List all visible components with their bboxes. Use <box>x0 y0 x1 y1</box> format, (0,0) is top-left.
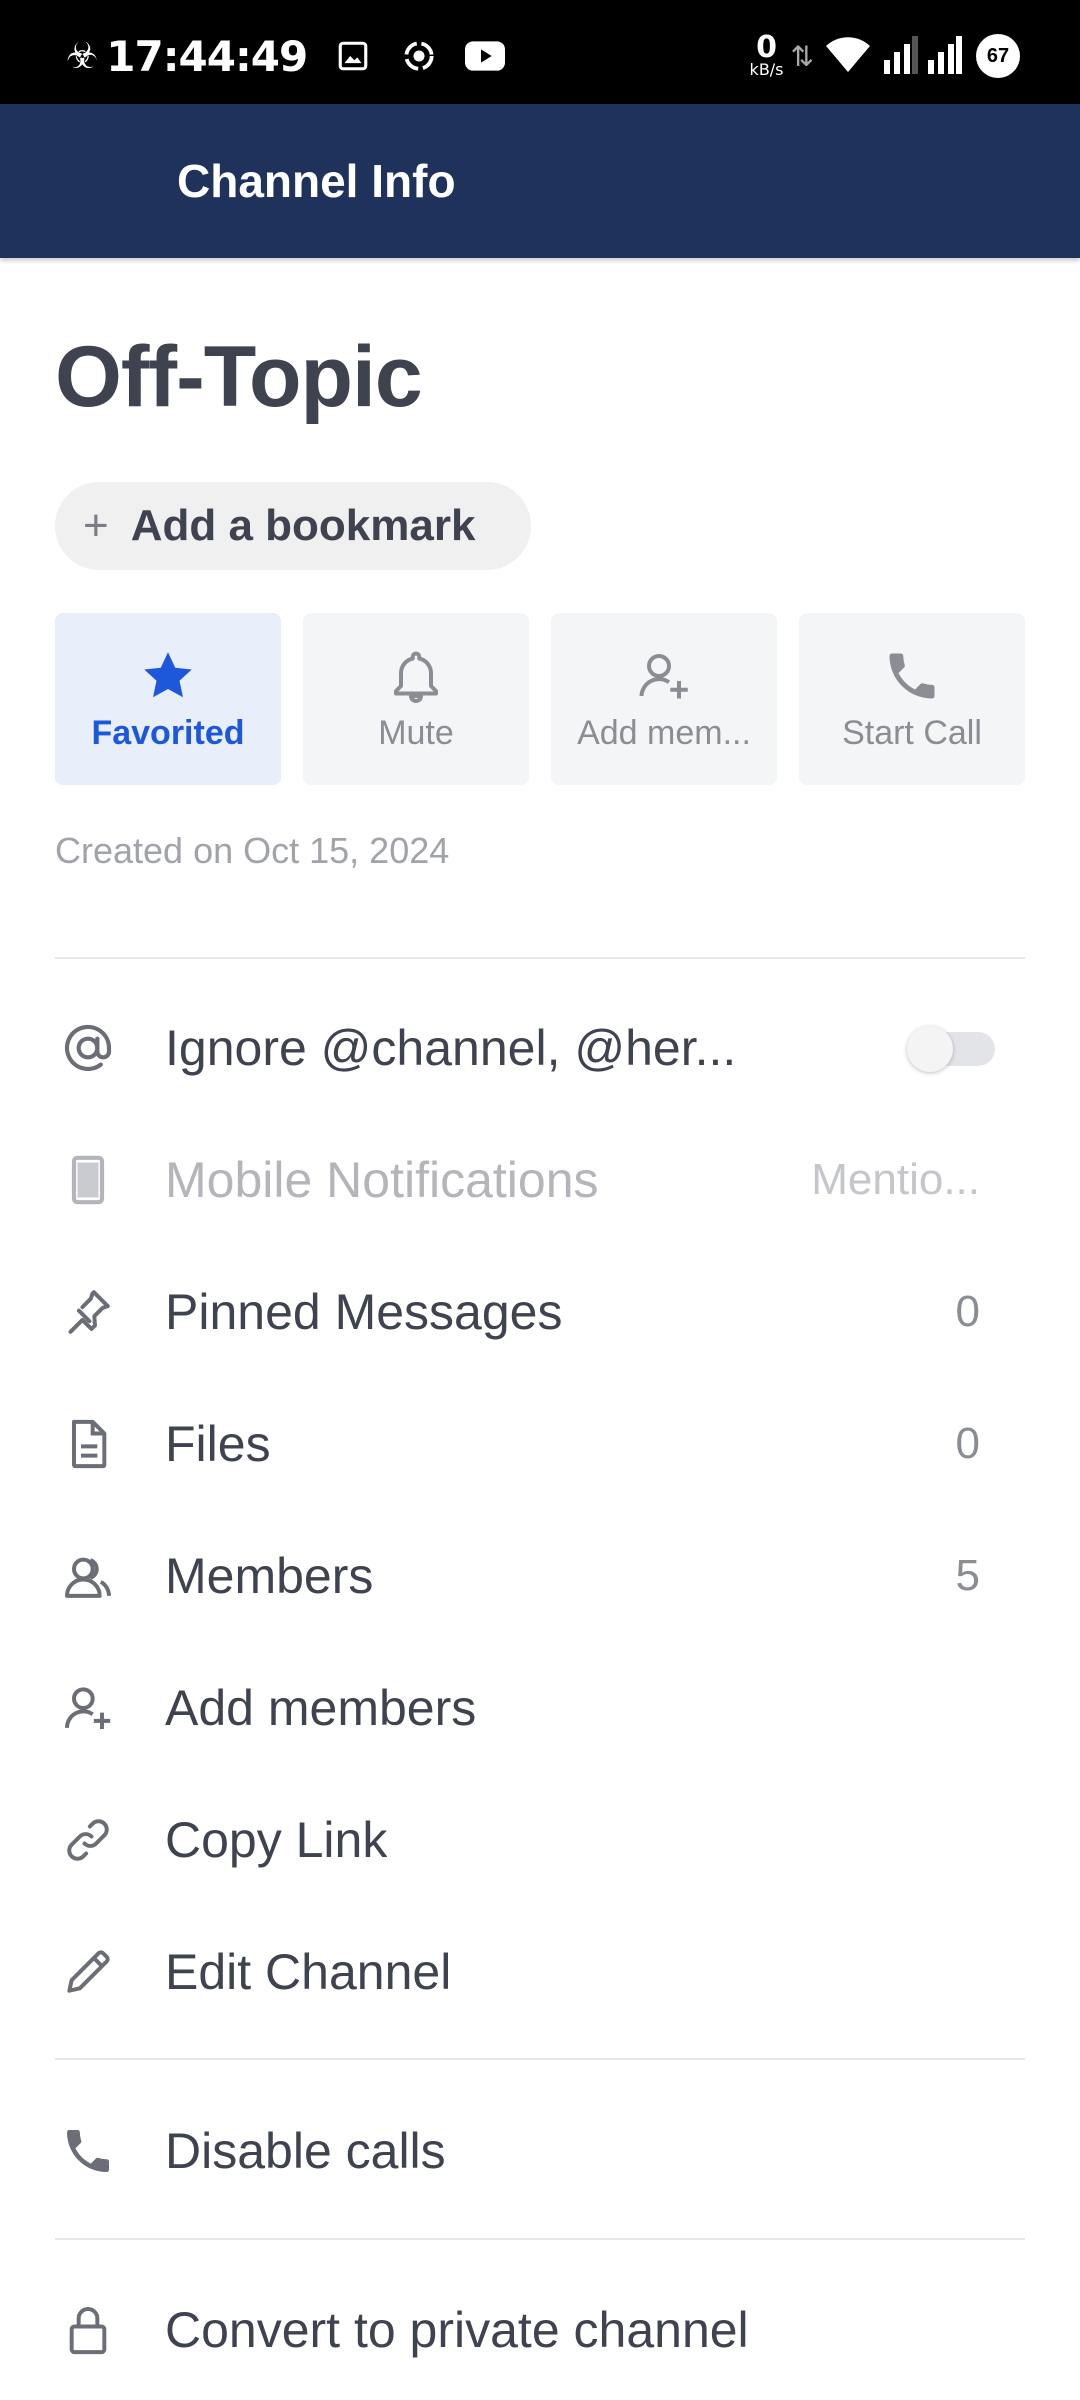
network-speed: 0 kB/s <box>749 30 784 79</box>
battery-indicator: 67 <box>976 34 1020 78</box>
mute-button[interactable]: Mute <box>303 613 529 785</box>
files-row[interactable]: Files 0 <box>55 1378 1025 1510</box>
add-bookmark-label: Add a bookmark <box>130 501 476 550</box>
wifi-icon <box>824 34 872 79</box>
pinned-messages-row[interactable]: Pinned Messages 0 <box>55 1246 1025 1378</box>
favorite-button[interactable]: Favorited <box>55 613 281 785</box>
channel-name: Off-Topic <box>55 329 423 425</box>
files-label: Files <box>165 1416 271 1472</box>
disable-calls-label: Disable calls <box>165 2123 446 2179</box>
edit-channel-label: Edit Channel <box>165 1944 452 2000</box>
divider <box>55 2058 1025 2060</box>
header-title: Channel Info <box>177 155 456 207</box>
plus-icon: + <box>83 501 109 550</box>
phone-icon <box>55 2118 121 2184</box>
lock-icon <box>55 2297 121 2363</box>
mobile-notifications-row[interactable]: Mobile Notifications Mentio... <box>55 1114 1025 1246</box>
toggle-knob <box>907 1026 953 1072</box>
signal-icon-1 <box>882 34 918 79</box>
favorite-label: Favorited <box>91 713 245 752</box>
pencil-icon <box>55 1939 121 2005</box>
ignore-mentions-toggle[interactable] <box>907 1026 995 1072</box>
image-icon <box>333 36 373 76</box>
add-members-label: Add members <box>165 1680 477 1736</box>
quick-actions: Favorited Mute Add mem... Start Call <box>55 613 1025 785</box>
ignore-mentions-label: Ignore @channel, @her... <box>165 1020 737 1076</box>
add-member-label: Add mem... <box>577 713 751 752</box>
link-icon <box>55 1807 121 1873</box>
edit-channel-row[interactable]: Edit Channel <box>55 1906 1025 2038</box>
star-icon <box>144 651 192 697</box>
convert-private-label: Convert to private channel <box>165 2302 749 2358</box>
mobile-phone-icon <box>55 1147 121 1213</box>
start-call-button[interactable]: Start Call <box>799 613 1025 785</box>
members-row[interactable]: Members 5 <box>55 1510 1025 1642</box>
created-date: Created on Oct 15, 2024 <box>55 830 450 871</box>
members-icon <box>55 1543 121 1609</box>
signal-icon-2 <box>926 34 962 79</box>
file-icon <box>55 1411 121 1477</box>
add-bookmark-button[interactable]: + Add a bookmark <box>55 482 531 570</box>
copy-link-row[interactable]: Copy Link <box>55 1774 1025 1906</box>
copy-link-label: Copy Link <box>165 1812 388 1868</box>
divider <box>55 2238 1025 2240</box>
pin-icon <box>55 1279 121 1345</box>
biohazard-icon: ☣ <box>66 35 99 76</box>
mobile-notifications-value: Mentio... <box>811 1155 980 1204</box>
add-member-icon <box>55 1675 121 1741</box>
start-call-label: Start Call <box>842 713 982 752</box>
mute-label: Mute <box>378 713 454 752</box>
files-count: 0 <box>955 1419 980 1468</box>
convert-private-row[interactable]: Convert to private channel <box>55 2264 1025 2396</box>
pinned-messages-label: Pinned Messages <box>165 1284 563 1340</box>
youtube-icon <box>465 36 506 76</box>
bell-icon <box>394 651 438 703</box>
divider <box>55 957 1025 959</box>
data-arrows-icon: ⇅ <box>790 40 814 72</box>
at-icon <box>55 1015 121 1081</box>
status-bar: ☣ 17:44:49 0 kB/s ⇅ 67 <box>0 0 1080 104</box>
pinned-messages-count: 0 <box>955 1287 980 1336</box>
screen-record-icon <box>399 36 439 76</box>
add-member-icon <box>639 653 688 698</box>
status-time: 17:44:49 <box>106 31 308 81</box>
phone-icon <box>889 653 935 698</box>
disable-calls-row[interactable]: Disable calls <box>55 2085 1025 2217</box>
members-label: Members <box>165 1548 374 1604</box>
add-members-row[interactable]: Add members <box>55 1642 1025 1774</box>
mobile-notifications-label: Mobile Notifications <box>165 1152 599 1208</box>
members-count: 5 <box>955 1551 980 1600</box>
add-member-button[interactable]: Add mem... <box>551 613 777 785</box>
app-header: Channel Info <box>0 104 1080 258</box>
ignore-mentions-row[interactable]: Ignore @channel, @her... <box>55 982 1025 1114</box>
